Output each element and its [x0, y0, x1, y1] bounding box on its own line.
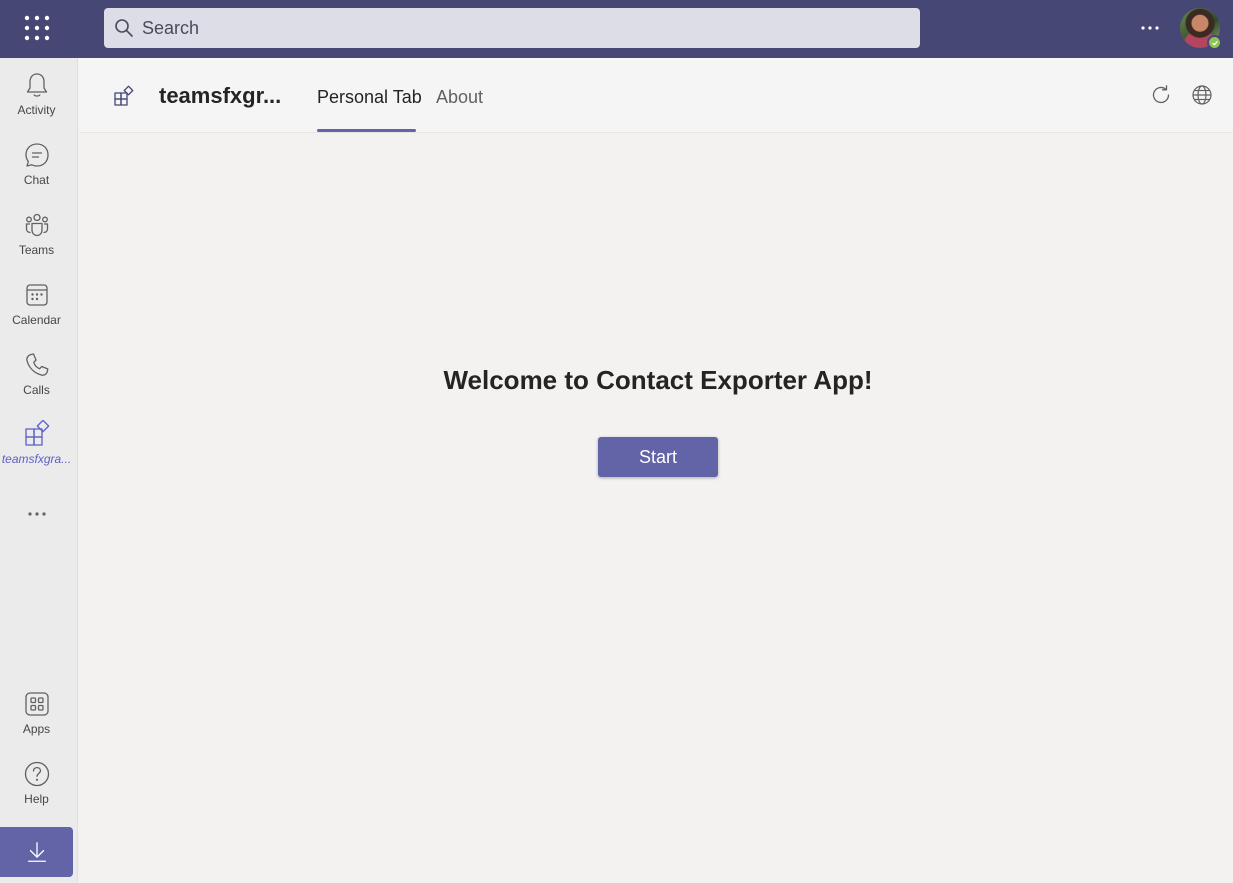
active-tab-indicator — [317, 129, 416, 132]
chat-icon — [24, 143, 49, 167]
app-icon — [24, 420, 49, 446]
app-header-icon — [114, 85, 134, 106]
rail-item-label: Teams — [18, 243, 55, 257]
top-bar: Search — [0, 0, 1233, 58]
rail-item-label: Help — [24, 792, 49, 806]
rail-item-label: Calendar — [12, 313, 61, 327]
rail-item-label: Apps — [22, 722, 51, 736]
rail-item-activity[interactable]: Activity — [0, 71, 73, 135]
teams-icon — [25, 213, 48, 237]
search-input[interactable]: Search — [104, 8, 920, 48]
more-apps-icon[interactable] — [22, 506, 52, 522]
download-icon — [27, 842, 46, 862]
refresh-icon[interactable] — [1150, 84, 1172, 106]
app-bar: Activity Chat Teams Calendar Calls teams… — [0, 58, 78, 883]
rail-item-label: Calls — [23, 383, 50, 397]
bell-icon — [26, 73, 47, 97]
calendar-icon — [25, 284, 48, 306]
rail-item-teamsfxgra[interactable]: teamsfxgra... — [0, 420, 73, 484]
globe-icon[interactable] — [1191, 84, 1213, 106]
start-button[interactable]: Start — [598, 437, 718, 477]
search-placeholder: Search — [142, 17, 200, 38]
help-icon — [24, 761, 49, 787]
rail-item-calendar[interactable]: Calendar — [0, 281, 73, 345]
rail-item-label: Chat — [23, 173, 50, 187]
more-options-icon[interactable] — [1138, 18, 1162, 38]
apps-icon — [24, 692, 49, 716]
rail-item-chat[interactable]: Chat — [0, 141, 73, 205]
download-button[interactable] — [0, 827, 73, 877]
tab-about[interactable]: About — [436, 87, 483, 108]
app-header: teamsfxgr... Personal Tab About — [79, 58, 1233, 133]
app-title: teamsfxgr... — [159, 83, 282, 108]
rail-item-label: Activity — [17, 103, 56, 117]
rail-item-calls[interactable]: Calls — [0, 351, 73, 415]
search-icon — [115, 19, 133, 37]
presence-available-icon — [1207, 35, 1222, 50]
rail-item-teams[interactable]: Teams — [0, 211, 73, 275]
rail-item-help[interactable]: Help — [0, 760, 73, 824]
welcome-heading: Welcome to Contact Exporter App! — [443, 365, 873, 395]
app-launcher-icon[interactable] — [22, 13, 52, 43]
avatar[interactable] — [1180, 8, 1222, 50]
rail-item-apps[interactable]: Apps — [0, 690, 73, 754]
rail-item-label: teamsfxgra... — [1, 452, 72, 466]
personal-tab-content: Welcome to Contact Exporter App! Start — [79, 134, 1233, 883]
tab-personal-tab[interactable]: Personal Tab — [317, 87, 422, 108]
phone-icon — [25, 353, 48, 376]
